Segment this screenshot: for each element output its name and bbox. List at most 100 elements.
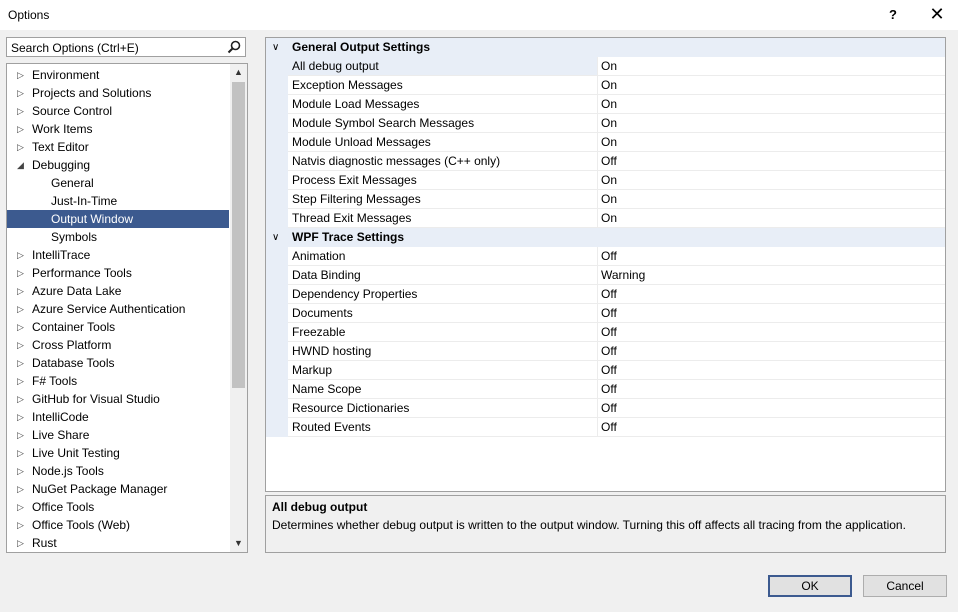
tree-item[interactable]: ▷ GitHub for Visual Studio xyxy=(7,390,229,408)
property-row[interactable]: Step Filtering Messages On xyxy=(266,190,945,209)
help-button[interactable]: ? xyxy=(878,0,908,30)
property-value[interactable]: On xyxy=(598,114,945,133)
property-row[interactable]: Exception Messages On xyxy=(266,76,945,95)
collapsed-arrow-icon[interactable]: ▷ xyxy=(17,246,24,264)
property-name[interactable]: Exception Messages xyxy=(288,76,598,95)
collapse-icon[interactable]: ∨ xyxy=(272,38,279,57)
tree-item[interactable]: ▷ Environment xyxy=(7,66,229,84)
tree-item[interactable]: ▷ Performance Tools xyxy=(7,264,229,282)
property-name[interactable]: Documents xyxy=(288,304,598,323)
expanded-arrow-icon[interactable]: ◢ xyxy=(17,156,24,174)
property-name[interactable]: Step Filtering Messages xyxy=(288,190,598,209)
property-row[interactable]: Dependency Properties Off xyxy=(266,285,945,304)
property-row[interactable]: Routed Events Off xyxy=(266,418,945,437)
collapsed-arrow-icon[interactable]: ▷ xyxy=(17,534,24,552)
tree-item[interactable]: ▷ IntelliTrace xyxy=(7,246,229,264)
ok-button[interactable]: OK xyxy=(768,575,852,597)
collapsed-arrow-icon[interactable]: ▷ xyxy=(17,372,24,390)
property-value[interactable]: Off xyxy=(598,399,945,418)
collapsed-arrow-icon[interactable]: ▷ xyxy=(17,426,24,444)
scroll-up-icon[interactable]: ▲ xyxy=(230,64,247,81)
collapsed-arrow-icon[interactable]: ▷ xyxy=(17,498,24,516)
tree-item[interactable]: ▷ F# Tools xyxy=(7,372,229,390)
property-value[interactable]: Off xyxy=(598,285,945,304)
collapsed-arrow-icon[interactable]: ▷ xyxy=(17,480,24,498)
property-value[interactable]: On xyxy=(598,190,945,209)
cancel-button[interactable]: Cancel xyxy=(863,575,947,597)
tree-item[interactable]: ▷ Node.js Tools xyxy=(7,462,229,480)
property-row[interactable]: Animation Off xyxy=(266,247,945,266)
property-value[interactable]: Off xyxy=(598,152,945,171)
property-row[interactable]: Module Load Messages On xyxy=(266,95,945,114)
tree-item[interactable]: ▷ Database Tools xyxy=(7,354,229,372)
property-value[interactable]: Off xyxy=(598,361,945,380)
collapsed-arrow-icon[interactable]: ▷ xyxy=(17,138,24,156)
collapsed-arrow-icon[interactable]: ▷ xyxy=(17,516,24,534)
collapsed-arrow-icon[interactable]: ▷ xyxy=(17,408,24,426)
tree-item[interactable]: General xyxy=(7,174,229,192)
property-value[interactable]: On xyxy=(598,95,945,114)
property-value[interactable]: Warning xyxy=(598,266,945,285)
collapsed-arrow-icon[interactable]: ▷ xyxy=(17,390,24,408)
property-name[interactable]: All debug output xyxy=(288,57,598,76)
tree-item[interactable]: Just-In-Time xyxy=(7,192,229,210)
property-name[interactable]: Process Exit Messages xyxy=(288,171,598,190)
property-row[interactable]: Module Symbol Search Messages On xyxy=(266,114,945,133)
category-header[interactable]: ∨ General Output Settings xyxy=(266,38,945,57)
collapsed-arrow-icon[interactable]: ▷ xyxy=(17,300,24,318)
tree-item[interactable]: ▷ Rust xyxy=(7,534,229,552)
property-row[interactable]: Thread Exit Messages On xyxy=(266,209,945,228)
tree-item[interactable]: ▷ Office Tools (Web) xyxy=(7,516,229,534)
property-value[interactable]: On xyxy=(598,57,945,76)
property-row[interactable]: Documents Off xyxy=(266,304,945,323)
property-value[interactable]: Off xyxy=(598,418,945,437)
property-value[interactable]: Off xyxy=(598,380,945,399)
tree-item[interactable]: ▷ NuGet Package Manager xyxy=(7,480,229,498)
tree-item[interactable]: ▷ Text Editor xyxy=(7,138,229,156)
tree-item[interactable]: ▷ Azure Data Lake xyxy=(7,282,229,300)
close-button[interactable]: ✕ xyxy=(920,0,954,30)
tree-scrollbar[interactable]: ▲ ▼ xyxy=(230,64,247,552)
collapsed-arrow-icon[interactable]: ▷ xyxy=(17,84,24,102)
scroll-thumb[interactable] xyxy=(232,82,245,388)
tree-item[interactable]: ◢ Debugging xyxy=(7,156,229,174)
tree-item[interactable]: ▷ Container Tools xyxy=(7,318,229,336)
property-row[interactable]: All debug output On xyxy=(266,57,945,76)
property-row[interactable]: Markup Off xyxy=(266,361,945,380)
property-name[interactable]: Animation xyxy=(288,247,598,266)
property-name[interactable]: Freezable xyxy=(288,323,598,342)
property-name[interactable]: Natvis diagnostic messages (C++ only) xyxy=(288,152,598,171)
property-value[interactable]: Off xyxy=(598,342,945,361)
property-name[interactable]: HWND hosting xyxy=(288,342,598,361)
search-options-input[interactable]: Search Options (Ctrl+E) xyxy=(6,37,246,57)
collapsed-arrow-icon[interactable]: ▷ xyxy=(17,264,24,282)
collapsed-arrow-icon[interactable]: ▷ xyxy=(17,318,24,336)
collapsed-arrow-icon[interactable]: ▷ xyxy=(17,354,24,372)
property-name[interactable]: Module Unload Messages xyxy=(288,133,598,152)
tree-item[interactable]: ▷ Live Share xyxy=(7,426,229,444)
tree-item[interactable]: Symbols xyxy=(7,228,229,246)
property-row[interactable]: HWND hosting Off xyxy=(266,342,945,361)
collapsed-arrow-icon[interactable]: ▷ xyxy=(17,282,24,300)
property-value[interactable]: Off xyxy=(598,247,945,266)
tree-item[interactable]: ▷ Azure Service Authentication xyxy=(7,300,229,318)
property-name[interactable]: Name Scope xyxy=(288,380,598,399)
property-name[interactable]: Resource Dictionaries xyxy=(288,399,598,418)
property-name[interactable]: Markup xyxy=(288,361,598,380)
tree-item[interactable]: ▷ Work Items xyxy=(7,120,229,138)
property-value[interactable]: On xyxy=(598,133,945,152)
search-icon[interactable] xyxy=(227,40,241,54)
collapsed-arrow-icon[interactable]: ▷ xyxy=(17,462,24,480)
tree-item[interactable]: ▷ Source Control xyxy=(7,102,229,120)
collapsed-arrow-icon[interactable]: ▷ xyxy=(17,102,24,120)
property-value[interactable]: On xyxy=(598,76,945,95)
tree-item[interactable]: ▷ Cross Platform xyxy=(7,336,229,354)
property-name[interactable]: Routed Events xyxy=(288,418,598,437)
collapsed-arrow-icon[interactable]: ▷ xyxy=(17,120,24,138)
property-row[interactable]: Module Unload Messages On xyxy=(266,133,945,152)
collapsed-arrow-icon[interactable]: ▷ xyxy=(17,66,24,84)
property-row[interactable]: Process Exit Messages On xyxy=(266,171,945,190)
property-name[interactable]: Module Load Messages xyxy=(288,95,598,114)
property-row[interactable]: Freezable Off xyxy=(266,323,945,342)
collapsed-arrow-icon[interactable]: ▷ xyxy=(17,444,24,462)
